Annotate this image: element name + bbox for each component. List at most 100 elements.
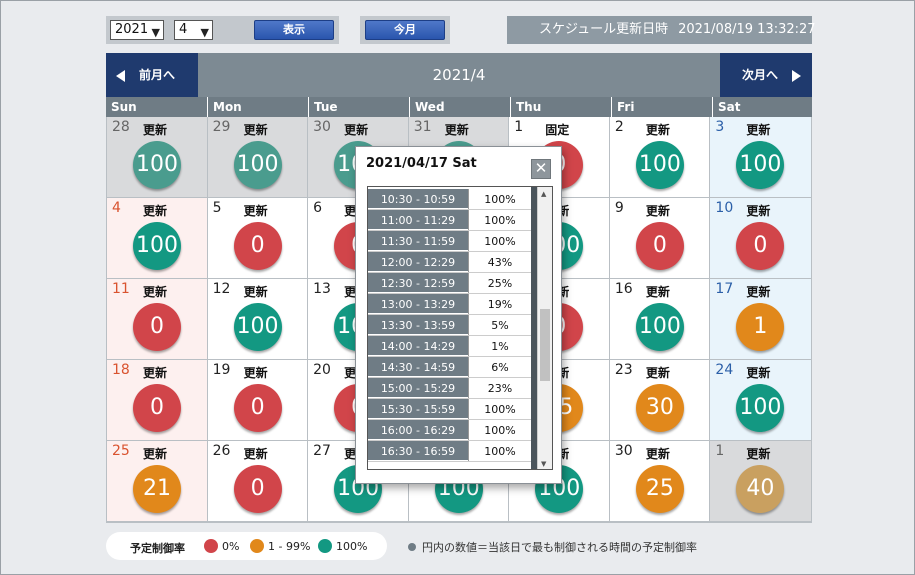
calendar-day-cell[interactable]: 11 更新 0 xyxy=(107,279,208,360)
time-slot-row: 14:00 - 14:29 1% xyxy=(368,336,531,357)
calendar-day-cell[interactable]: 28 更新 100 xyxy=(107,117,208,198)
schedule-tag: 更新 xyxy=(645,366,670,380)
day-number: 9 xyxy=(614,200,624,216)
schedule-tag: 更新 xyxy=(143,447,168,461)
control-rate-circle[interactable]: 1 xyxy=(736,303,785,351)
slot-time: 12:30 - 12:59 xyxy=(368,273,468,293)
calendar-day-cell[interactable]: 23 更新 30 xyxy=(609,360,711,441)
next-month-button[interactable]: 次月へ xyxy=(720,53,812,97)
close-button[interactable]: ✕ xyxy=(531,159,551,179)
calendar-day-cell[interactable]: 18 更新 0 xyxy=(107,360,208,441)
control-rate-circle[interactable]: 21 xyxy=(133,465,181,513)
calendar-day-cell[interactable]: 17 更新 1 xyxy=(710,279,811,360)
day-detail-popup: 2021/04/17 Sat ✕ 16:30 - 16:59 100% 16:00 … xyxy=(355,146,562,484)
slot-value: 1% xyxy=(468,336,531,356)
calendar-day-cell[interactable]: 1 更新 40 xyxy=(710,441,811,522)
control-rate-circle[interactable]: 100 xyxy=(635,303,684,351)
slot-time: 10:30 - 10:59 xyxy=(368,189,468,209)
control-rate-circle[interactable]: 25 xyxy=(635,465,684,513)
weekday-fri: Fri xyxy=(611,97,712,117)
slot-value: 23% xyxy=(468,378,531,398)
calendar-day-cell[interactable]: 24 更新 100 xyxy=(710,360,811,441)
bullet-icon xyxy=(408,543,416,551)
slot-value: 19% xyxy=(468,294,531,314)
year-select[interactable]: 2021 ▼ xyxy=(110,20,164,40)
control-rate-circle[interactable]: 0 xyxy=(635,222,684,270)
day-number: 3 xyxy=(715,119,725,135)
weekday-header: Sun Mon Tue Wed Thu Fri Sat xyxy=(106,97,812,117)
schedule-tag: 更新 xyxy=(143,123,168,137)
prev-month-button[interactable]: 前月へ xyxy=(106,53,198,97)
calendar-day-cell[interactable]: 29 更新 100 xyxy=(207,117,309,198)
day-number: 17 xyxy=(715,281,734,297)
day-number: 6 xyxy=(313,200,323,216)
control-rate-circle[interactable]: 100 xyxy=(635,141,684,189)
control-rate-circle[interactable]: 100 xyxy=(133,222,181,270)
control-rate-circle[interactable]: 0 xyxy=(133,303,181,351)
stamp-value: 2021/08/19 13:32:27 xyxy=(678,22,816,37)
control-rate-circle[interactable]: 40 xyxy=(736,465,785,513)
schedule-updated-stamp: スケジュール更新日時 2021/08/19 13:32:27 xyxy=(507,16,816,44)
control-rate-circle[interactable]: 100 xyxy=(736,384,785,432)
calendar-day-cell[interactable]: 30 更新 25 xyxy=(609,441,711,522)
slot-time: 16:00 - 16:29 xyxy=(368,420,468,440)
time-slot-row: 11:30 - 11:59 100% xyxy=(368,231,531,252)
close-icon: ✕ xyxy=(534,159,548,177)
calendar-day-cell[interactable]: 2 更新 100 xyxy=(609,117,711,198)
schedule-tag: 更新 xyxy=(243,204,268,218)
calendar-day-cell[interactable]: 9 更新 0 xyxy=(609,198,711,279)
scroll-down-icon[interactable]: ▼ xyxy=(541,460,546,468)
control-rate-circle[interactable]: 0 xyxy=(233,222,282,270)
control-rate-circle[interactable]: 0 xyxy=(736,222,785,270)
day-number: 1 xyxy=(715,443,725,459)
control-rate-circle[interactable]: 100 xyxy=(133,141,181,189)
legend-dot-orange xyxy=(250,539,264,553)
schedule-tag: 更新 xyxy=(645,447,670,461)
slot-value: 100% xyxy=(468,189,531,209)
this-month-button[interactable]: 今月 xyxy=(365,20,445,40)
legend: 予定制御率 0% 1 - 99% 100% xyxy=(106,532,387,560)
schedule-tag: 更新 xyxy=(243,447,268,461)
control-rate-circle[interactable]: 100 xyxy=(233,141,282,189)
day-number: 5 xyxy=(212,200,222,216)
day-number: 29 xyxy=(212,119,231,135)
scrollbar-thumb[interactable] xyxy=(540,309,550,381)
schedule-tag: 更新 xyxy=(243,123,268,137)
control-rate-circle[interactable]: 0 xyxy=(233,465,282,513)
weekday-sat: Sat xyxy=(712,97,812,117)
calendar-day-cell[interactable]: 3 更新 100 xyxy=(710,117,811,198)
month-select[interactable]: 4 ▼ xyxy=(174,20,213,40)
day-number: 25 xyxy=(112,443,130,459)
schedule-tag: 更新 xyxy=(243,285,268,299)
control-rate-circle[interactable]: 100 xyxy=(736,141,785,189)
time-slot-row: 10:30 - 10:59 100% xyxy=(368,189,531,210)
year-value: 2021 xyxy=(115,22,149,37)
control-rate-circle[interactable]: 0 xyxy=(133,384,181,432)
slot-time: 13:00 - 13:29 xyxy=(368,294,468,314)
calendar-day-cell[interactable]: 4 更新 100 xyxy=(107,198,208,279)
schedule-tag: 更新 xyxy=(645,123,670,137)
control-rate-circle[interactable]: 30 xyxy=(635,384,684,432)
control-rate-circle[interactable]: 100 xyxy=(233,303,282,351)
day-number: 18 xyxy=(112,362,130,378)
scroll-up-icon[interactable]: ▲ xyxy=(541,190,546,198)
calendar-day-cell[interactable]: 16 更新 100 xyxy=(609,279,711,360)
calendar-day-cell[interactable]: 10 更新 0 xyxy=(710,198,811,279)
time-slot-row: 13:30 - 13:59 5% xyxy=(368,315,531,336)
show-button[interactable]: 表示 xyxy=(254,20,334,40)
day-number: 23 xyxy=(614,362,633,378)
calendar-day-cell[interactable]: 26 更新 0 xyxy=(207,441,309,522)
calendar-day-cell[interactable]: 5 更新 0 xyxy=(207,198,309,279)
calendar-day-cell[interactable]: 25 更新 21 xyxy=(107,441,208,522)
schedule-tag: 固定 xyxy=(545,123,570,137)
time-slot-list[interactable]: 16:30 - 16:59 100% 16:00 - 16:29 100% 15:30 … xyxy=(367,186,553,470)
calendar-day-cell[interactable]: 12 更新 100 xyxy=(207,279,309,360)
slot-scrollbar[interactable]: ▲ ▼ xyxy=(537,187,552,469)
arrow-left-icon xyxy=(116,69,125,82)
legend-dot-red xyxy=(204,539,218,553)
control-rate-circle[interactable]: 0 xyxy=(233,384,282,432)
schedule-tag: 更新 xyxy=(344,123,369,137)
schedule-tag: 更新 xyxy=(746,204,771,218)
day-number: 20 xyxy=(313,362,331,378)
calendar-day-cell[interactable]: 19 更新 0 xyxy=(207,360,309,441)
